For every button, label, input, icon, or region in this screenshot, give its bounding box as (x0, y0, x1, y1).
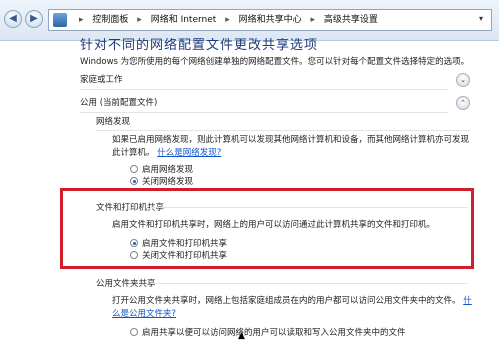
radio-disable-file-printer-sharing[interactable]: 关闭文件和打印机共享 (130, 250, 227, 262)
radio-enable-network-discovery[interactable]: 启用网络发现 (130, 164, 193, 176)
expand-chevron-icon[interactable]: ⌄ (456, 73, 470, 87)
file-printer-sharing-description: 启用文件和打印机共享时，网络上的用户可以访问通过此计算机共享的文件和打印机。 (112, 220, 436, 230)
network-discovery-description: 如果已启用网络发现，则此计算机可以发现其他网络计算机和设备，而其他网络计算机亦可… (112, 134, 472, 160)
divider (96, 130, 470, 131)
radio-disable-network-discovery[interactable]: 关闭网络发现 (130, 176, 193, 188)
breadcrumb-advanced-sharing[interactable]: 高级共享设置 (324, 15, 378, 25)
breadcrumb[interactable]: ▸ 控制面板 ▸ 网络和 Internet ▸ 网络和共享中心 ▸ 高级共享设置… (48, 9, 492, 31)
profile-public-label: 公用 (当前配置文件) (80, 98, 158, 108)
radio-button-selected-icon[interactable] (130, 177, 138, 185)
radio-label: 启用网络发现 (142, 165, 194, 175)
profile-home-work-label: 家庭或工作 (80, 75, 123, 85)
divider (150, 207, 468, 208)
divider (80, 89, 448, 90)
profile-home-work-header[interactable]: 家庭或工作 ⌄ (80, 73, 470, 90)
breadcrumb-separator-icon[interactable]: ▸ (304, 15, 321, 25)
breadcrumb-separator-icon[interactable]: ▸ (219, 15, 236, 25)
radio-enable-file-printer-sharing[interactable]: 启用文件和打印机共享 (130, 238, 227, 250)
radio-label: 关闭网络发现 (142, 177, 194, 187)
forward-button[interactable]: ▶ (25, 10, 43, 28)
forward-arrow-icon: ▶ (30, 13, 38, 24)
public-folder-sharing-description: 打开公用文件夹共享时，网络上包括家庭组成员在内的用户都可以访问公用文件夹中的文件… (112, 295, 472, 321)
breadcrumb-trail: ▸ 控制面板 ▸ 网络和 Internet ▸ 网络和共享中心 ▸ 高级共享设置 (73, 10, 378, 30)
radio-label: 启用文件和打印机共享 (142, 239, 228, 249)
breadcrumb-network-internet[interactable]: 网络和 Internet (151, 15, 217, 25)
radio-label: 启用共享以便可以访问网络的用户可以读取和写入公用文件夹中的文件 (142, 328, 406, 338)
public-folder-text: 打开公用文件夹共享时，网络上包括家庭组成员在内的用户都可以访问公用文件夹中的文件… (112, 296, 461, 306)
mouse-cursor-icon: ▲ (238, 331, 245, 341)
divider (80, 112, 448, 113)
radio-button-selected-icon[interactable] (130, 239, 138, 247)
radio-label: 关闭文件和打印机共享 (142, 251, 228, 261)
breadcrumb-control-panel[interactable]: 控制面板 (92, 15, 128, 25)
address-bar: ◀ ▶ ▸ 控制面板 ▸ 网络和 Internet ▸ 网络和共享中心 ▸ 高级… (0, 0, 499, 41)
public-folder-sharing-heading: 公用文件夹共享 (96, 279, 156, 289)
breadcrumb-separator-icon[interactable]: ▸ (73, 15, 90, 25)
network-discovery-help-link[interactable]: 什么是网络发现? (157, 148, 221, 158)
back-arrow-icon: ◀ (9, 13, 17, 24)
radio-button-icon[interactable] (130, 251, 138, 259)
divider (150, 283, 468, 284)
profile-public-header[interactable]: 公用 (当前配置文件) ⌃ (80, 96, 470, 113)
radio-enable-public-folder-sharing[interactable]: 启用共享以便可以访问网络的用户可以读取和写入公用文件夹中的文件 (130, 327, 406, 339)
breadcrumb-network-sharing-center[interactable]: 网络和共享中心 (239, 15, 302, 25)
address-dropdown-icon[interactable]: ▾ (475, 13, 487, 25)
control-panel-icon (53, 13, 67, 27)
collapse-chevron-icon[interactable]: ⌃ (456, 96, 470, 110)
breadcrumb-separator-icon[interactable]: ▸ (131, 15, 148, 25)
radio-button-icon[interactable] (130, 165, 138, 173)
radio-button-icon[interactable] (130, 328, 138, 336)
page-intro: Windows 为您所使用的每个网络创建单独的网络配置文件。您可以针对每个配置文… (80, 57, 470, 67)
network-discovery-heading: 网络发现 (96, 117, 131, 127)
back-button[interactable]: ◀ (4, 10, 22, 28)
